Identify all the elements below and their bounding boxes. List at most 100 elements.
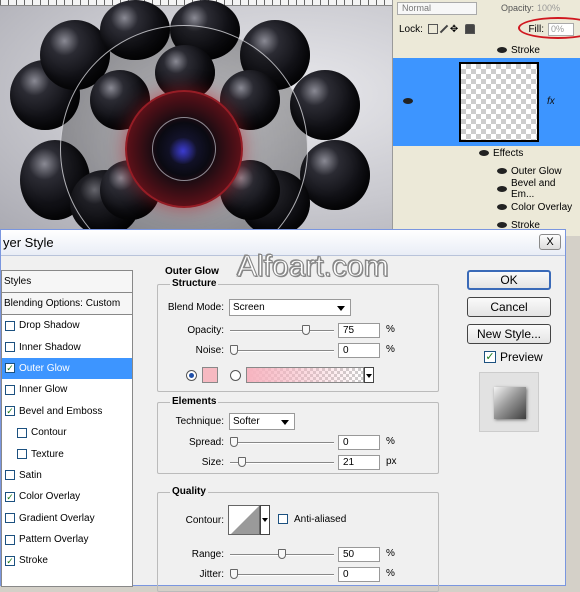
fx-icon[interactable]: fx: [547, 96, 555, 107]
glow-color-swatch[interactable]: [202, 367, 218, 383]
fill-control: Fill: 0%: [518, 16, 580, 39]
style-item-texture[interactable]: Texture: [2, 443, 132, 464]
style-checkbox[interactable]: [5, 513, 15, 524]
glow-gradient-picker[interactable]: [246, 367, 364, 383]
style-label: Pattern Overlay: [19, 534, 89, 546]
layer-effect-label: Bevel and Em...: [511, 178, 556, 200]
eye-icon[interactable]: [497, 47, 507, 53]
eye-icon[interactable]: [497, 168, 507, 174]
style-checkbox[interactable]: [17, 449, 27, 460]
style-item-drop-shadow[interactable]: Drop Shadow: [2, 315, 132, 336]
layer-effects-group[interactable]: Effects: [393, 144, 580, 162]
image-canvas[interactable]: [0, 0, 392, 236]
style-label: Gradient Overlay: [19, 512, 95, 524]
layer-opacity-value[interactable]: 100%: [537, 3, 560, 13]
outer-glow-pane: Outer Glow Alfoart.com Structure Blend M…: [151, 250, 447, 592]
close-button[interactable]: X: [539, 234, 561, 250]
spread-slider[interactable]: [230, 437, 334, 447]
eye-icon[interactable]: [497, 186, 507, 192]
size-input[interactable]: 21: [338, 455, 380, 470]
contour-label: Contour:: [185, 514, 224, 526]
range-input[interactable]: 50: [338, 547, 380, 562]
style-item-stroke[interactable]: ✓ Stroke: [2, 550, 132, 571]
style-label: Outer Glow: [19, 362, 70, 374]
eye-icon[interactable]: [403, 98, 413, 104]
berry-drupelet: [300, 140, 370, 210]
preview-label: Preview: [500, 350, 543, 364]
lock-transparency-icon[interactable]: [427, 24, 438, 34]
style-item-inner-shadow[interactable]: Inner Shadow: [2, 336, 132, 357]
style-item-bevel-and-emboss[interactable]: ✓ Bevel and Emboss: [2, 401, 132, 422]
jitter-input[interactable]: 0: [338, 567, 380, 582]
range-slider[interactable]: [230, 549, 334, 559]
style-checkbox[interactable]: [5, 470, 15, 481]
blend-mode-select[interactable]: Screen: [229, 299, 351, 316]
slider-knob[interactable]: [278, 549, 286, 559]
antialiased-checkbox[interactable]: [278, 514, 288, 524]
preview-checkbox[interactable]: ✓: [484, 351, 496, 363]
style-checkbox[interactable]: [5, 384, 15, 395]
style-item-contour[interactable]: Contour: [2, 422, 132, 443]
style-checkbox[interactable]: [17, 427, 27, 438]
ok-button[interactable]: OK: [467, 270, 551, 290]
slider-knob[interactable]: [230, 569, 238, 579]
styles-header[interactable]: Styles: [2, 271, 132, 293]
noise-row: Noise: 0 %: [158, 343, 440, 358]
noise-slider[interactable]: [230, 345, 334, 355]
eye-icon[interactable]: [479, 150, 489, 156]
blending-options-item[interactable]: Blending Options: Custom: [2, 293, 132, 315]
style-item-inner-glow[interactable]: Inner Glow: [2, 379, 132, 400]
layer-blend-mode-select[interactable]: Normal: [397, 1, 477, 15]
structure-group: Structure Blend Mode: Screen Opacity: 75…: [157, 278, 440, 392]
style-checkbox[interactable]: ✓: [5, 491, 15, 502]
eye-icon[interactable]: [497, 204, 507, 210]
style-checkbox[interactable]: [5, 320, 15, 331]
style-label: Contour: [31, 427, 67, 439]
layer-effect-color-overlay[interactable]: Color Overlay: [393, 198, 580, 216]
noise-input[interactable]: 0: [338, 343, 380, 358]
layer-effect-stroke-top[interactable]: Stroke: [393, 41, 580, 59]
dialog-title: yer Style: [3, 235, 54, 250]
style-checkbox[interactable]: [5, 342, 15, 353]
style-item-pattern-overlay[interactable]: Pattern Overlay: [2, 529, 132, 550]
style-item-color-overlay[interactable]: ✓ Color Overlay: [2, 486, 132, 507]
style-item-outer-glow[interactable]: ✓ Outer Glow: [2, 357, 132, 380]
layer-style-dialog: yer Style X Styles Blending Options: Cus…: [0, 229, 566, 592]
opacity-input[interactable]: 75: [338, 323, 380, 338]
slider-knob[interactable]: [302, 325, 310, 335]
contour-dropdown-button[interactable]: [260, 505, 270, 535]
lock-paint-icon[interactable]: [439, 24, 449, 34]
layers-panel: Normal Opacity: 100% Lock: ✥ Fill: 0% St…: [392, 0, 580, 236]
contour-curve-icon: [231, 506, 259, 534]
jitter-slider[interactable]: [230, 569, 334, 579]
gradient-radio[interactable]: [230, 370, 241, 381]
technique-select[interactable]: Softer: [229, 413, 295, 430]
size-slider[interactable]: [230, 457, 334, 467]
selected-layer[interactable]: fx: [393, 58, 580, 146]
blend-mode-row: Blend Mode: Screen: [158, 299, 351, 316]
cancel-button[interactable]: Cancel: [467, 297, 551, 317]
layer-thumbnail: [459, 62, 539, 142]
style-item-satin[interactable]: Satin: [2, 465, 132, 486]
new-style-button[interactable]: New Style...: [467, 324, 551, 344]
style-checkbox[interactable]: [5, 534, 15, 545]
lock-move-icon[interactable]: ✥: [450, 24, 460, 35]
gradient-dropdown-button[interactable]: [364, 367, 374, 383]
style-label: Satin: [19, 469, 42, 481]
style-checkbox[interactable]: ✓: [5, 555, 15, 566]
style-item-gradient-overlay[interactable]: Gradient Overlay: [2, 508, 132, 529]
eye-icon[interactable]: [497, 222, 507, 228]
slider-knob[interactable]: [238, 457, 246, 467]
opacity-slider[interactable]: [230, 325, 334, 335]
spread-input[interactable]: 0: [338, 435, 380, 450]
annotation-red-oval: [518, 16, 580, 39]
contour-picker[interactable]: [228, 505, 260, 535]
chevron-down-icon: [366, 374, 372, 378]
layer-effect-bevel[interactable]: Bevel and Em...: [393, 178, 580, 200]
style-checkbox[interactable]: ✓: [5, 406, 15, 417]
lock-all-icon[interactable]: [464, 24, 475, 34]
slider-knob[interactable]: [230, 345, 238, 355]
solid-color-radio[interactable]: [186, 370, 197, 381]
style-checkbox[interactable]: ✓: [5, 363, 15, 374]
slider-knob[interactable]: [230, 437, 238, 447]
